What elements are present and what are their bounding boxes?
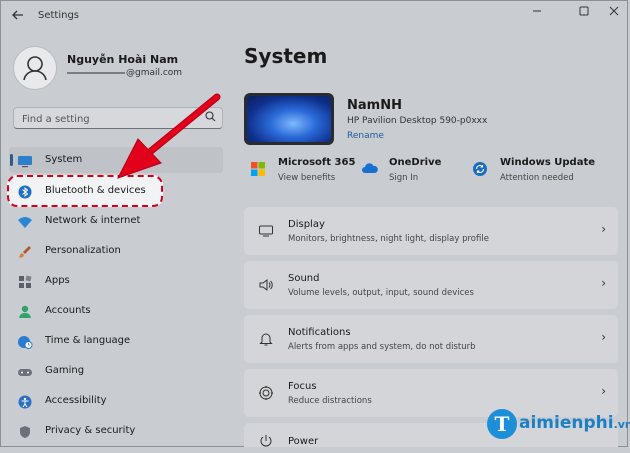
watermark-text: aimienphi.vn [519, 413, 630, 433]
settings-window: Settings Nguyễn Hoài Nam @gmail.com Syst… [0, 0, 630, 447]
annotation-arrow [116, 93, 221, 179]
watermark-logo-mark: T [487, 409, 517, 439]
